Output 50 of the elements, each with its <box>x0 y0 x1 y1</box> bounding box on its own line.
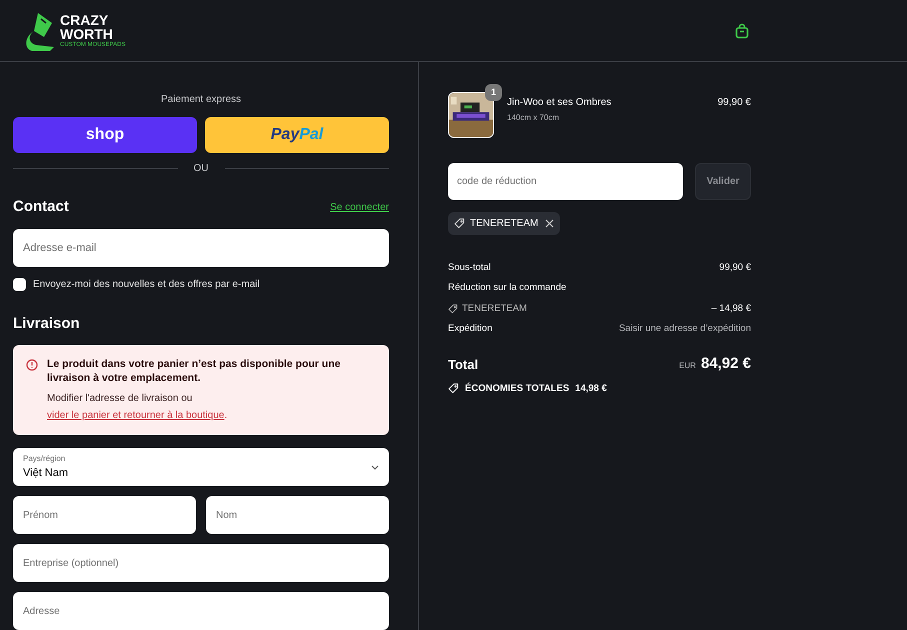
product-variant: 140cm x 70cm <box>507 112 560 124</box>
alert-title: Le produit dans votre panier n’est pas disponible pour une livraison à votre emplacement. <box>47 357 342 385</box>
text-field[interactable]: Prénom <box>13 496 196 534</box>
quantity-badge: 1 <box>485 84 502 101</box>
savings-label: ÉCONOMIES TOTALES <box>465 382 570 396</box>
discount-tag: TENERETEAM <box>448 212 560 235</box>
discount-code-field[interactable]: code de réduction <box>448 163 683 200</box>
shop-pay-button[interactable]: shop <box>13 117 197 153</box>
line-label: TENERETEAM <box>462 302 527 316</box>
field-value: Việt Nam <box>23 466 68 481</box>
savings-value: 14,98 € <box>575 382 607 396</box>
close-icon[interactable] <box>545 219 554 228</box>
total-label: Total <box>448 356 478 374</box>
empty-cart-link[interactable]: vider le panier et retourner à la boutique <box>47 410 224 421</box>
country-select[interactable]: Pays/région Việt Nam <box>13 448 389 486</box>
line-value: 99,90 € <box>719 261 751 275</box>
line-label: Expédition <box>448 322 492 336</box>
tag-icon <box>454 218 465 229</box>
product-price: 99,90 € <box>718 96 751 110</box>
newsletter-label: Envoyez-moi des nouvelles et des offres par e-mail <box>33 278 260 292</box>
text-field[interactable]: Entreprise (optionnel) <box>13 544 389 582</box>
line-value: Saisir une adresse d’expédition <box>618 322 751 336</box>
field-label: Pays/région <box>23 452 66 465</box>
mouse-logo-icon <box>26 10 56 50</box>
newsletter-checkbox[interactable] <box>13 278 26 290</box>
logo-text: CRAZY <box>60 13 110 27</box>
total-value: 84,92 € <box>700 354 751 374</box>
login-link[interactable]: Se connecter <box>330 200 389 215</box>
divider-label: OU <box>194 162 208 176</box>
logo-text: WORTH <box>60 27 113 41</box>
email-field[interactable]: Adresse e-mail <box>13 228 389 266</box>
text-field[interactable]: Nom <box>206 496 389 534</box>
paypal-button[interactable]: PayPal <box>205 117 389 153</box>
tag-icon <box>448 383 459 394</box>
section-title: Contact <box>13 197 69 217</box>
line-label: Réduction sur la commande <box>448 281 568 296</box>
product-name: Jin-Woo et ses Ombres <box>507 96 612 110</box>
tag-icon <box>448 304 458 314</box>
express-label: Paiement express <box>160 93 242 107</box>
section-title: Livraison <box>13 314 81 334</box>
apply-button[interactable]: Valider <box>695 163 751 200</box>
error-icon <box>26 359 38 371</box>
alert-text: Modifier l'adresse de livraison ou <box>47 392 194 406</box>
line-label: Sous-total <box>448 261 491 275</box>
alert-text: . <box>224 410 228 421</box>
currency-label: EUR <box>679 360 696 372</box>
shopping-bag-icon[interactable] <box>735 22 749 38</box>
chevron-down-icon <box>371 464 379 470</box>
line-value: – 14,98 € <box>711 302 751 316</box>
text-field[interactable]: Adresse <box>13 592 389 630</box>
